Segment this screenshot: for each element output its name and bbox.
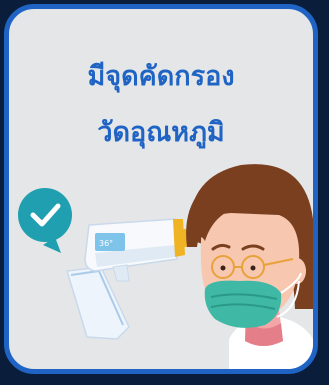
check-icon: [18, 188, 72, 253]
thermometer-reading: 36°: [99, 239, 113, 248]
thermometer-gun-icon: 36°: [66, 218, 188, 340]
person-with-mask-illustration: [186, 164, 313, 369]
screening-poster-card: มีจุดคัดกรอง วัดอุณหภูมิ 36°: [4, 4, 318, 374]
temperature-check-illustration: 36°: [18, 164, 313, 369]
